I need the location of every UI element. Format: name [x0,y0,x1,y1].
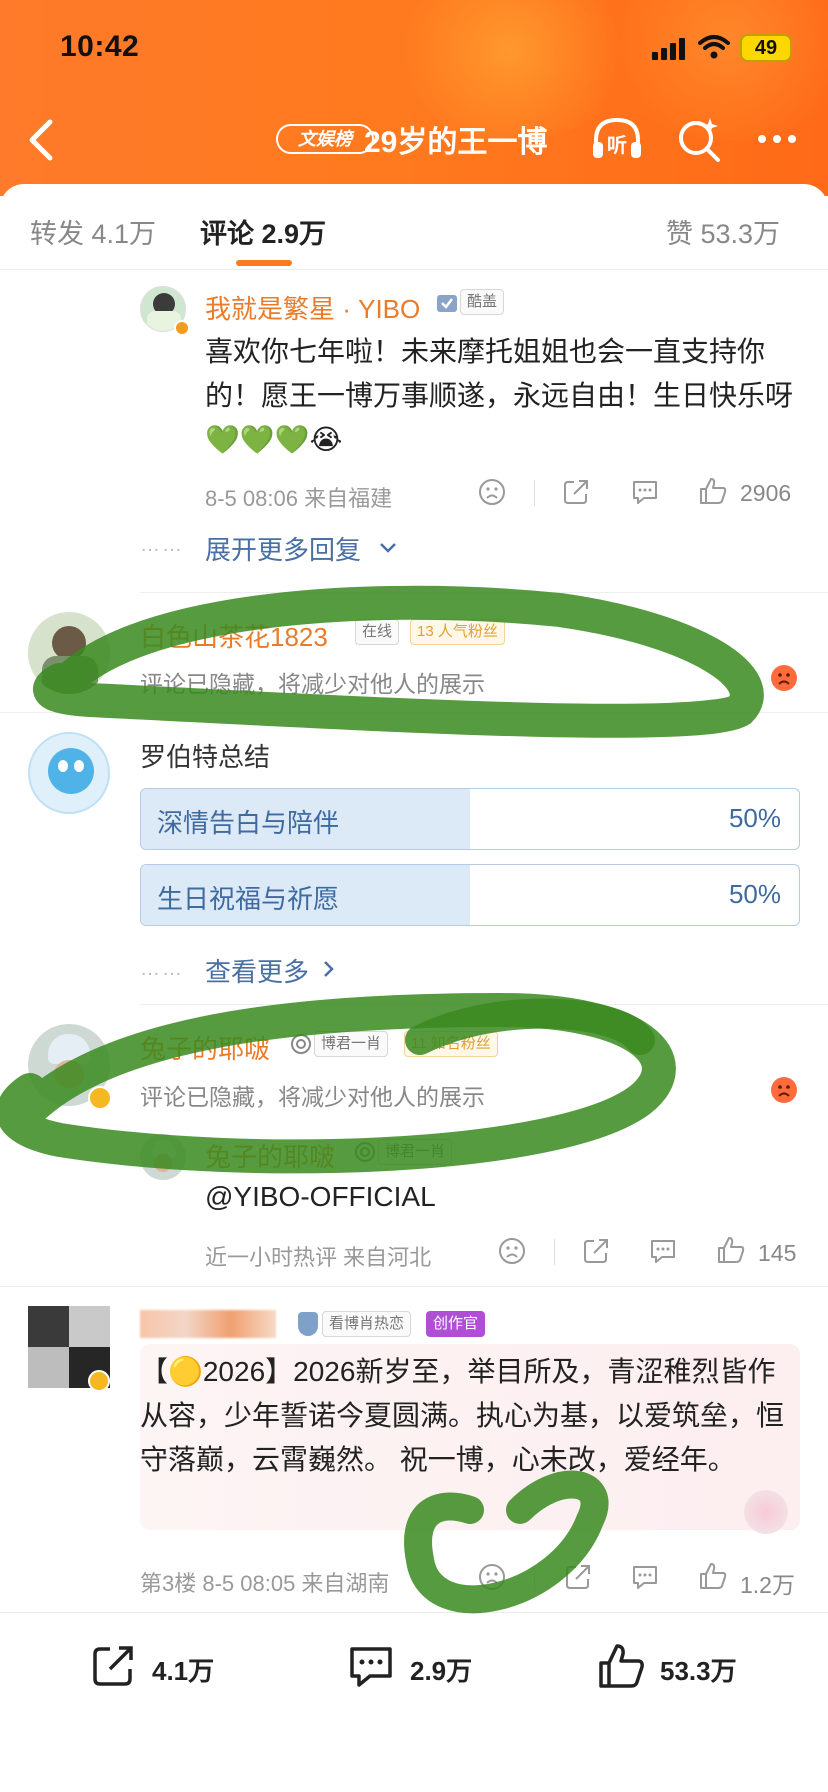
like-count: 2906 [740,480,792,506]
creator-badge: 创作官 [426,1311,486,1337]
hidden-comment-notice: 评论已隐藏，将减少对他人的展示 [140,1084,485,1110]
status-time: 10:42 [60,30,140,63]
like-icon[interactable] [698,1561,728,1591]
fan-badge: 看博肖热恋 [322,1311,412,1337]
dislike-icon[interactable] [498,1237,526,1265]
poll-option-percent: 50% [728,879,781,909]
poll-option-percent: 50% [728,803,781,833]
online-badge: 在线 [355,619,400,645]
member-icon [437,295,457,312]
like-icon[interactable] [716,1235,746,1265]
fan-badge: 博君一肖 [314,1031,389,1057]
poll-option-label: 生日祝福与祈愿 [157,884,340,914]
comment-count[interactable]: 2.9万 [410,1651,472,1688]
share-icon[interactable] [582,1237,610,1265]
svg-text:听: 听 [607,133,627,157]
comment-meta: 8-5 08:06 来自福建 [205,486,393,511]
blurred-username[interactable] [140,1310,276,1338]
verified-badge-icon [174,320,190,336]
fan-badge: 博君一肖 [378,1139,453,1165]
reply-username[interactable]: 兔子的耶啵 [205,1137,335,1174]
reply-text: @YIBO-OFFICIAL [205,1181,436,1212]
comment-username[interactable]: 兔子的耶啵 [140,1029,270,1066]
repost-count[interactable]: 4.1万 [152,1651,214,1688]
like-icon[interactable] [698,476,728,506]
comment-meta: 近一小时热评 来自河北 [205,1245,432,1270]
verified-badge-icon [88,1086,112,1110]
comment-meta: 第3楼 8-5 08:05 来自湖南 [140,1571,390,1596]
see-more-link[interactable]: 查看更多 [205,952,309,989]
divider [0,1286,828,1287]
comment-icon[interactable] [346,1643,396,1691]
fan-level-badge: 13 人气粉丝 [410,619,505,645]
poll-option[interactable]: 深情告白与陪伴 50% [140,788,800,850]
divider [534,1565,535,1591]
flower-decoration-icon [744,1490,788,1534]
expand-replies-link[interactable]: 展开更多回复 [205,530,361,567]
active-tab-indicator [236,260,292,266]
comment-username[interactable]: 白色山茶花1823 [140,617,328,654]
tab-bar: 转发 4.1万 评论 2.9万 赞 53.3万 [0,184,828,270]
poll-option[interactable]: 生日祝福与祈愿 50% [140,864,800,926]
back-icon[interactable] [22,116,62,164]
repost-icon[interactable] [90,1643,136,1689]
reply-icon[interactable] [630,478,660,506]
reply-icon[interactable] [630,1563,660,1591]
fan-badge: 酷盖 [460,289,505,315]
like-count: 145 [758,1240,797,1266]
dislike-icon[interactable] [478,1563,506,1591]
divider [140,592,828,593]
sad-face-icon [771,1077,797,1103]
share-icon[interactable] [562,478,590,506]
battery-indicator: 49 [740,34,792,62]
comment-text: 喜欢你七年啦！未来摩托姐姐也会一直支持你的！愿王一博万事顺遂，永远自由！生日快乐… [205,336,794,455]
hot-list-tag[interactable]: 文娱榜 [276,124,374,154]
comment-username[interactable]: 罗伯特总结 [140,737,270,774]
reply-dots: …… [140,534,184,556]
chevron-down-icon[interactable] [378,540,398,556]
poll-option-label: 深情告白与陪伴 [157,808,340,838]
avatar[interactable] [28,732,110,814]
search-icon[interactable] [676,114,722,164]
target-icon [291,1034,311,1054]
music-note-icon [298,1312,318,1336]
like-count: 1.2万 [740,1572,795,1598]
like-icon[interactable] [596,1641,646,1691]
tab-repost[interactable]: 转发 4.1万 [30,212,156,251]
wifi-icon [698,35,730,59]
hidden-comment-notice: 评论已隐藏，将减少对他人的展示 [140,671,485,697]
tab-likes[interactable]: 赞 53.3万 [666,212,780,251]
reply-dots: …… [140,958,184,980]
divider [140,1004,828,1005]
reply-icon[interactable] [648,1237,678,1265]
comment-username[interactable]: 我就是繁星 · YIBO [205,289,420,326]
headphones-icon[interactable]: 听 [590,114,644,164]
verified-badge-icon [88,1370,110,1392]
chevron-right-icon[interactable] [322,958,336,980]
avatar[interactable] [140,1134,186,1180]
dislike-icon[interactable] [478,478,506,506]
sad-face-icon [771,665,797,691]
divider [554,1239,555,1265]
target-icon [355,1142,375,1162]
page-title: 29岁的王一博 [364,126,548,159]
comment-text: 【🟡2026】2026新岁至，举目所及，青涩稚烈皆作从容，少年誓诺今夏圆满。执心… [140,1356,785,1475]
divider [0,712,828,713]
fan-level-badge: 11 知名粉丝 [404,1031,498,1057]
cellular-signal-icon [652,38,686,60]
divider [534,480,535,506]
bottom-action-bar: 4.1万 2.9万 53.3万 [0,1612,828,1792]
share-icon[interactable] [564,1563,592,1591]
tab-comments[interactable]: 评论 2.9万 [200,212,326,251]
avatar[interactable] [28,612,110,694]
like-count[interactable]: 53.3万 [660,1651,737,1688]
more-options-icon[interactable] [752,114,802,164]
